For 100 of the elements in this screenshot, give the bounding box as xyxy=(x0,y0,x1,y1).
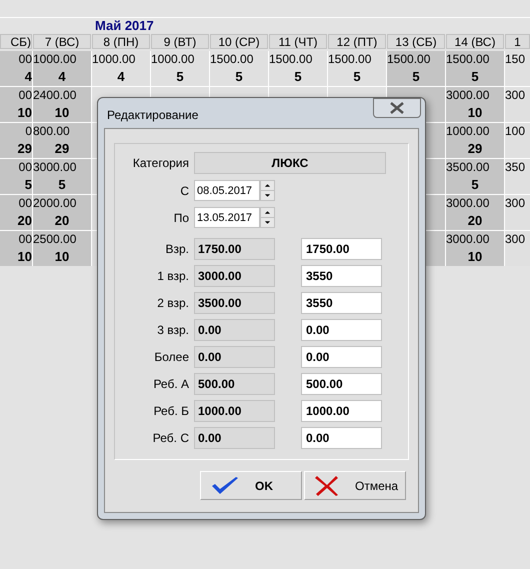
current-price: 1750.00 xyxy=(194,238,275,260)
column-header: 11 (ЧТ) xyxy=(269,34,327,49)
date-spinner[interactable] xyxy=(260,207,275,228)
grid-cell[interactable]: 800.00 29 xyxy=(33,123,91,158)
grid-cell[interactable]: 150 xyxy=(505,51,530,86)
price-text: 2000.00 xyxy=(33,195,78,212)
price-field[interactable]: 1000.00 xyxy=(301,400,382,422)
column-header: 14 (ВС) xyxy=(446,34,504,49)
price-field[interactable]: 0.00 xyxy=(301,318,382,340)
price-text: 1000.00 xyxy=(446,123,490,140)
grid-cell[interactable]: 2500.00 10 xyxy=(33,231,91,266)
grid-cell[interactable]: 1500.00 5 xyxy=(269,51,327,86)
grid-cell[interactable]: 3000.00 5 xyxy=(33,159,91,194)
grid-cell[interactable]: 1000.00 4 xyxy=(92,51,150,86)
count-text: 20 xyxy=(468,212,482,229)
price-text: 00 xyxy=(18,231,32,248)
price-text: 1500.00 xyxy=(446,51,490,68)
grid-cell[interactable]: 300 xyxy=(505,195,530,230)
close-button[interactable] xyxy=(373,98,421,118)
column-header: 9 (ВТ) xyxy=(151,34,209,49)
column-header: 1 xyxy=(505,34,530,49)
grid-cell[interactable]: 1000.00 5 xyxy=(151,51,209,86)
grid-cell[interactable]: 3000.00 10 xyxy=(446,87,504,122)
grid-cell[interactable]: 00 10 xyxy=(0,87,32,122)
current-price: 500.00 xyxy=(194,372,275,394)
price-text: 1500.00 xyxy=(328,51,372,68)
grid-cell[interactable]: 2000.00 20 xyxy=(33,195,91,230)
count-text: 29 xyxy=(18,140,32,157)
count-text: 5 xyxy=(58,176,66,193)
count-text: 4 xyxy=(117,68,125,85)
grid-cell[interactable]: 2400.00 10 xyxy=(33,87,91,122)
category-value: ЛЮКС xyxy=(194,152,386,174)
grid-cell[interactable]: 0 29 xyxy=(0,123,32,158)
grid-cell[interactable]: 00 5 xyxy=(0,159,32,194)
grid-cell[interactable]: 1500.00 5 xyxy=(210,51,268,86)
price-field[interactable]: 500.00 xyxy=(301,372,382,394)
grid-cell[interactable]: 1500.00 5 xyxy=(328,51,386,86)
grid-cell[interactable]: 3000.00 10 xyxy=(446,231,504,266)
ok-button[interactable]: OK xyxy=(200,471,302,500)
grid-cell[interactable]: 00 4 xyxy=(0,51,32,86)
price-label: Взр. xyxy=(164,240,190,258)
price-label: Реб. С xyxy=(152,430,190,446)
price-text: 0 xyxy=(25,123,32,140)
price-text: 350 xyxy=(505,159,526,176)
grid-cell[interactable]: 350 xyxy=(505,159,530,194)
grid-cell[interactable]: 100 xyxy=(505,123,530,158)
current-price: 0.00 xyxy=(194,426,275,448)
price-text: 300 xyxy=(505,87,526,104)
current-price: 0.00 xyxy=(194,318,275,340)
count-text: 5 xyxy=(471,68,479,85)
price-text: 1000.00 xyxy=(151,51,196,68)
count-text: 10 xyxy=(468,104,482,121)
price-text: 1000.00 xyxy=(92,51,136,68)
column-header: 12 (ПТ) xyxy=(328,34,386,49)
date-field[interactable]: 08.05.2017 xyxy=(194,180,260,201)
date-label: С xyxy=(179,182,190,200)
grid-cell[interactable]: 3500.00 5 xyxy=(446,159,504,194)
close-icon xyxy=(390,102,404,114)
price-text: 00 xyxy=(18,51,32,68)
grid-cell[interactable]: 00 10 xyxy=(0,231,32,266)
count-text: 20 xyxy=(18,212,32,229)
price-field[interactable]: 0.00 xyxy=(301,346,382,368)
count-text: 10 xyxy=(54,248,70,265)
price-text: 800.00 xyxy=(33,123,71,140)
column-header: 10 (СР) xyxy=(210,34,268,49)
grid-cell[interactable]: 300 xyxy=(505,87,530,122)
count-text: 5 xyxy=(294,68,302,85)
price-field[interactable]: 3550 xyxy=(301,264,382,286)
grid-cell[interactable]: 1000.00 29 xyxy=(446,123,504,158)
price-text: 1000.00 xyxy=(33,51,78,68)
count-text: 10 xyxy=(54,104,70,121)
grid-cell[interactable]: 1000.00 4 xyxy=(33,51,91,86)
price-label: 3 взр. xyxy=(156,322,190,338)
count-text: 5 xyxy=(412,68,420,85)
grid-cell[interactable]: 3000.00 20 xyxy=(446,195,504,230)
grid-cell[interactable]: 1500.00 5 xyxy=(387,51,445,86)
price-text: 1500.00 xyxy=(387,51,432,68)
price-text: 00 xyxy=(18,159,32,176)
price-field[interactable]: 0.00 xyxy=(301,426,382,448)
price-text: 3500.00 xyxy=(446,159,490,176)
dialog-title: Редактирование xyxy=(106,107,198,124)
price-text: 300 xyxy=(505,195,526,212)
price-text: 00 xyxy=(18,87,32,104)
price-text: 00 xyxy=(18,195,32,212)
count-text: 10 xyxy=(468,248,482,265)
count-text: 5 xyxy=(235,68,243,85)
grid-cell[interactable]: 1500.00 5 xyxy=(446,51,504,86)
date-field[interactable]: 13.05.2017 xyxy=(194,207,260,228)
count-text: 5 xyxy=(176,68,184,85)
grid-cell[interactable]: 00 20 xyxy=(0,195,32,230)
cancel-button[interactable]: Отмена xyxy=(304,471,406,500)
grid-cell[interactable]: 300 xyxy=(505,231,530,266)
price-label: Реб. Б xyxy=(152,402,190,420)
price-label: 2 взр. xyxy=(156,294,190,312)
category-label: Категория xyxy=(132,155,190,172)
price-field[interactable]: 1750.00 xyxy=(301,238,382,260)
date-spinner[interactable] xyxy=(260,180,275,201)
price-field[interactable]: 3550 xyxy=(301,292,382,314)
price-text: 3000.00 xyxy=(446,231,490,248)
price-label: 1 взр. xyxy=(156,268,190,284)
